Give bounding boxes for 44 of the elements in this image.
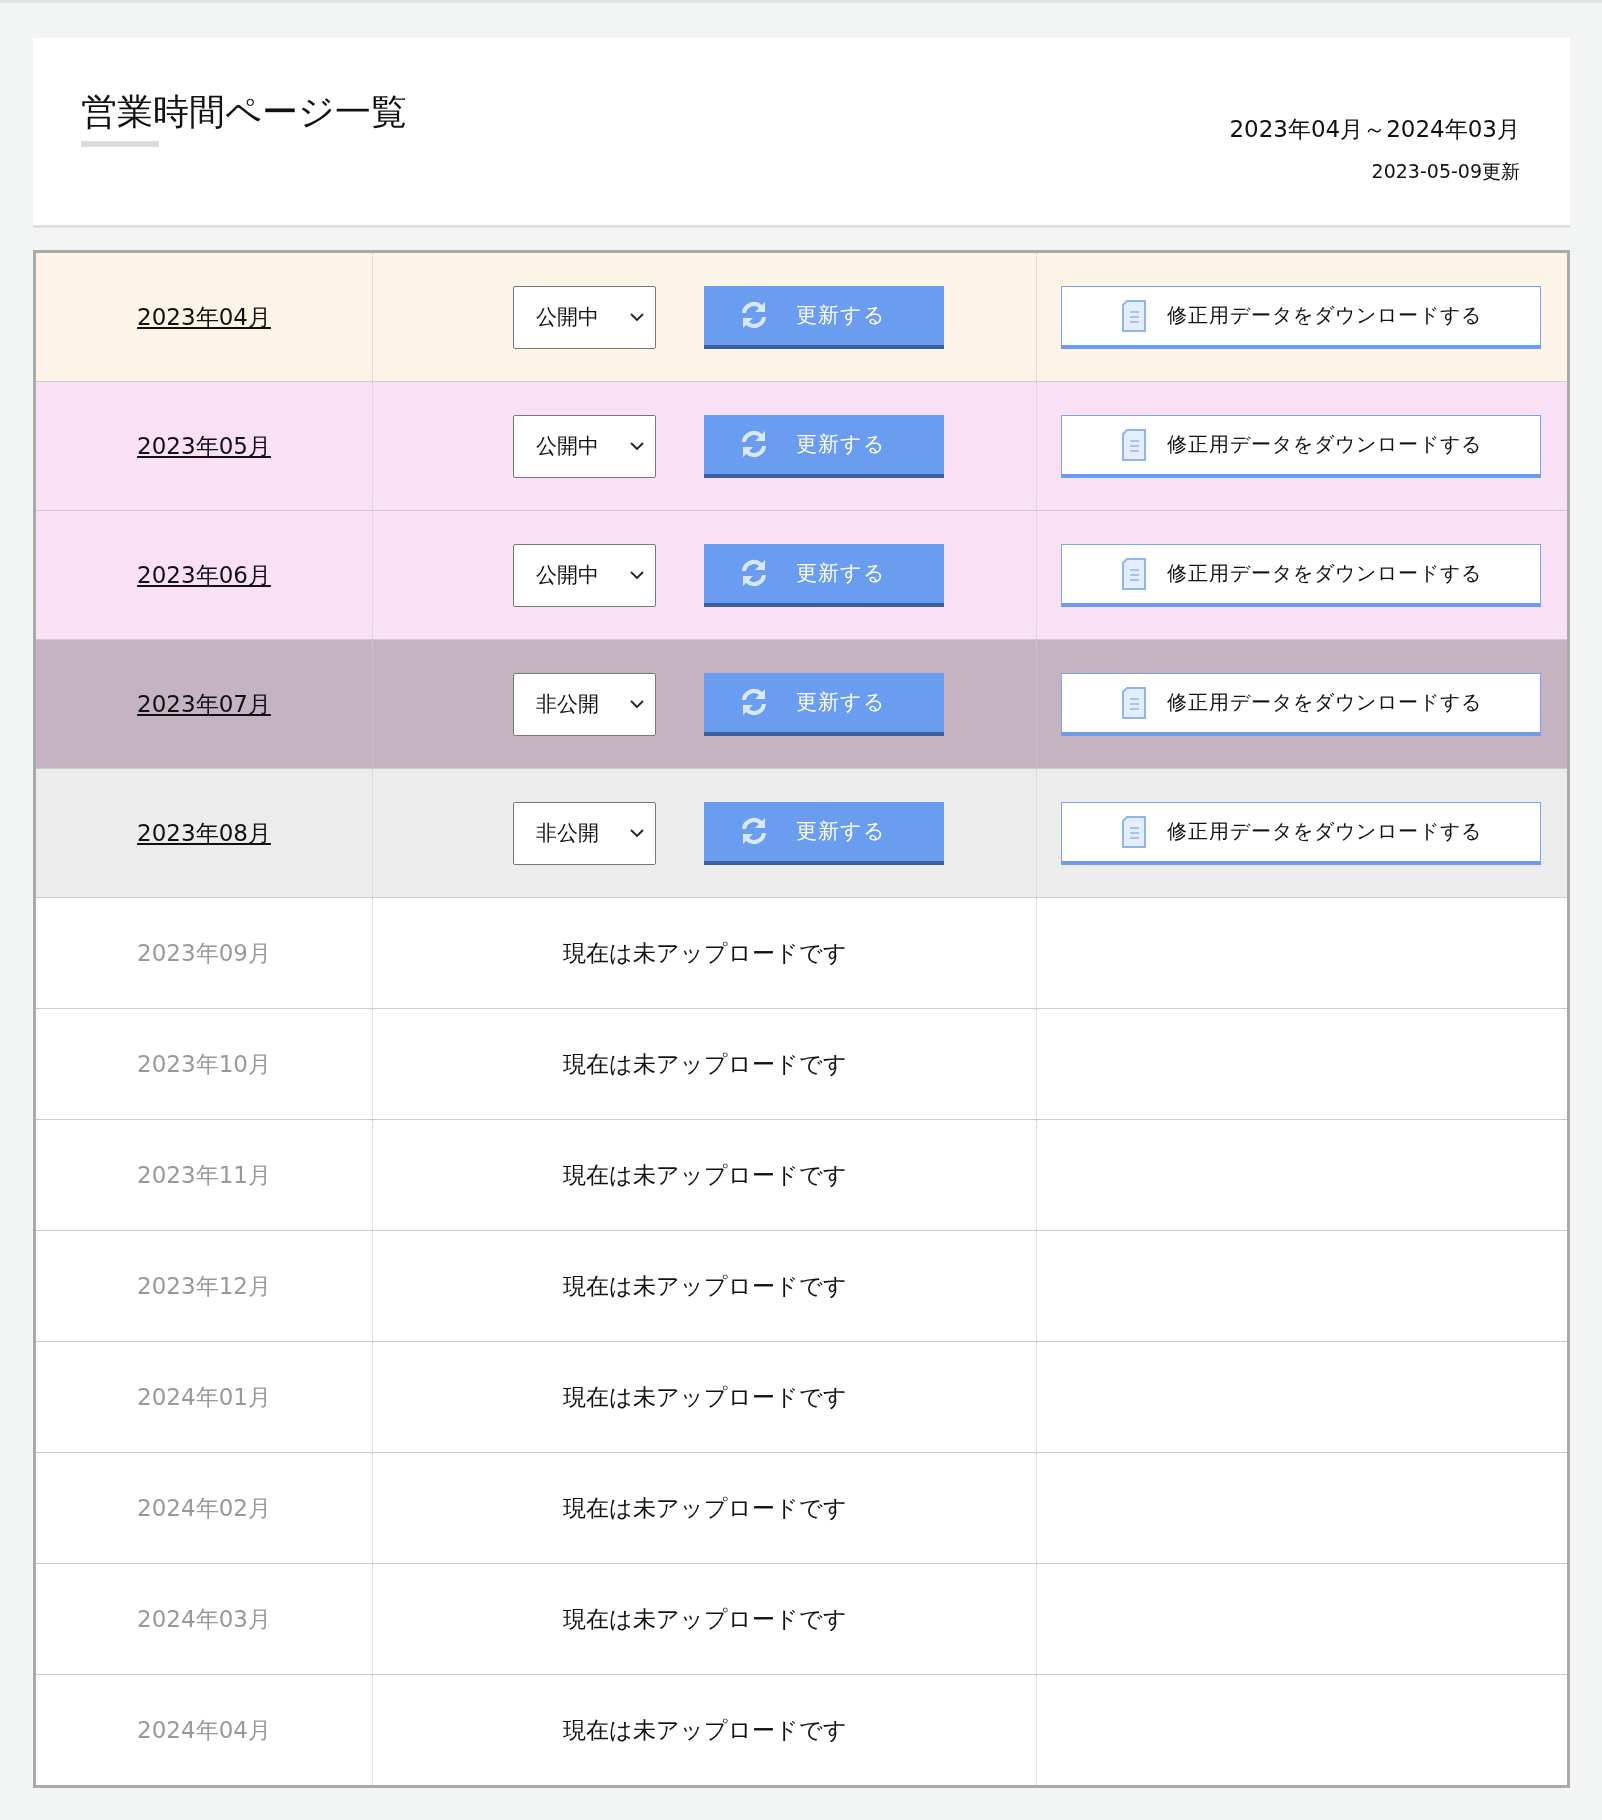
month-label: 2024年03月 xyxy=(137,1604,271,1634)
download-button[interactable]: 修正用データをダウンロードする xyxy=(1061,414,1541,478)
status-select[interactable]: 公開中 xyxy=(513,285,656,349)
status-message: 現在は未アップロードです xyxy=(562,1715,847,1745)
month-label: 2024年01月 xyxy=(137,1382,271,1412)
month-label: 2024年02月 xyxy=(137,1493,271,1523)
document-icon xyxy=(1120,686,1147,719)
document-icon xyxy=(1120,815,1147,848)
month-label: 2023年11月 xyxy=(137,1160,271,1190)
download-button[interactable]: 修正用データをダウンロードする xyxy=(1061,672,1541,736)
updated-date: 2023-05-09更新 xyxy=(1370,159,1520,184)
month-link[interactable]: 2023年04月 xyxy=(137,301,271,333)
download-button[interactable]: 修正用データをダウンロードする xyxy=(1061,543,1541,607)
page-title: 営業時間ページ一覧 xyxy=(81,90,407,134)
month-label: 2023年09月 xyxy=(137,938,271,968)
status-select[interactable]: 公開中 xyxy=(513,543,656,607)
status-message: 現在は未アップロードです xyxy=(562,1382,847,1412)
status-message: 現在は未アップロードです xyxy=(562,1271,847,1301)
status-select[interactable]: 公開中 xyxy=(513,414,656,478)
period-text: 2023年04月～2024年03月 xyxy=(1229,115,1520,144)
status-message: 現在は未アップロードです xyxy=(562,1160,847,1190)
month-link[interactable]: 2023年06月 xyxy=(137,559,271,591)
document-icon xyxy=(1120,428,1147,461)
chevron-down-icon xyxy=(629,441,645,451)
status-select[interactable]: 非公開 xyxy=(513,801,656,865)
document-icon xyxy=(1120,299,1147,332)
month-link[interactable]: 2023年07月 xyxy=(137,688,271,720)
status-select[interactable]: 非公開 xyxy=(513,672,656,736)
status-message: 現在は未アップロードです xyxy=(562,1049,847,1079)
month-label: 2023年10月 xyxy=(137,1049,271,1079)
document-icon xyxy=(1120,557,1147,590)
status-message: 現在は未アップロードです xyxy=(562,1493,847,1523)
download-button[interactable]: 修正用データをダウンロードする xyxy=(1061,801,1541,865)
month-label: 2024年04月 xyxy=(137,1715,271,1745)
chevron-down-icon xyxy=(629,828,645,838)
month-link[interactable]: 2023年05月 xyxy=(137,430,271,462)
month-link[interactable]: 2023年08月 xyxy=(137,817,271,849)
chevron-down-icon xyxy=(629,570,645,580)
status-message: 現在は未アップロードです xyxy=(562,938,847,968)
download-button[interactable]: 修正用データをダウンロードする xyxy=(1061,285,1541,349)
chevron-down-icon xyxy=(629,699,645,709)
chevron-down-icon xyxy=(629,312,645,322)
status-message: 現在は未アップロードです xyxy=(562,1604,847,1634)
month-label: 2023年12月 xyxy=(137,1271,271,1301)
